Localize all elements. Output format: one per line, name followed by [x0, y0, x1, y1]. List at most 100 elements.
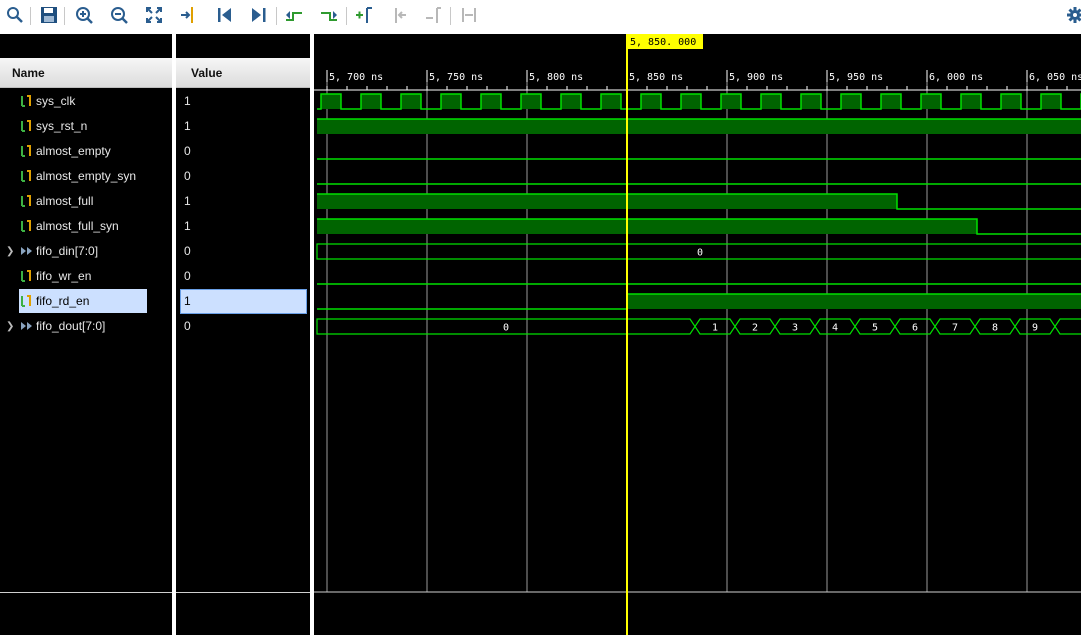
time-tick-label: 5, 900 ns	[729, 72, 783, 83]
signal-value-row[interactable]: 1	[176, 114, 310, 139]
signal-row-sys_clk[interactable]: sys_clk	[0, 89, 172, 114]
time-tick-label: 5, 850 ns	[629, 72, 683, 83]
signal-name: sys_clk	[36, 94, 76, 108]
previous-transition-icon[interactable]	[283, 4, 305, 26]
time-tick-label: 5, 950 ns	[829, 72, 883, 83]
next-marker-icon[interactable]	[423, 4, 445, 26]
signal-value-row[interactable]: 1	[176, 289, 310, 314]
bit-signal-icon	[21, 220, 31, 232]
bus-signal-icon	[21, 322, 32, 330]
clock-high-fill	[721, 94, 741, 109]
bus-value-label: 1	[712, 323, 718, 334]
bus-value-label: 6	[912, 323, 918, 334]
signal-name: almost_empty_syn	[36, 169, 137, 183]
clock-high-fill	[521, 94, 541, 109]
signal-name-pane: Name sys_clk sys_rst_n almost_empty almost_…	[0, 34, 172, 635]
time-tick-label: 5, 800 ns	[529, 72, 583, 83]
bit-high-fill	[317, 219, 977, 234]
bit-high-fill	[317, 194, 897, 209]
signal-value-pane: Value 1 1 0 0 1 1 0 0 1 0	[176, 34, 310, 635]
clock-high-fill	[401, 94, 421, 109]
bus-value-label: 4	[832, 323, 838, 334]
bit-signal-icon	[21, 270, 31, 282]
time-tick-label: 6, 050 ns	[1029, 72, 1081, 83]
signal-row-fifo_rd_en[interactable]: fifo_rd_en	[0, 289, 172, 314]
signal-name: fifo_wr_en	[36, 269, 92, 283]
bus-value-label: 0	[503, 323, 509, 334]
bit-signal-icon	[21, 120, 31, 132]
signal-row-fifo_dout70[interactable]: ❯ fifo_dout[7:0]	[0, 314, 172, 339]
signal-value: 0	[184, 269, 191, 283]
bus-segment	[1054, 318, 1081, 335]
bus-value-label: 8	[992, 323, 998, 334]
name-column-header[interactable]: Name	[0, 58, 172, 88]
go-to-last-time-icon[interactable]	[248, 4, 270, 26]
gear-icon[interactable]	[1064, 4, 1081, 26]
waveform-toolbar	[0, 0, 1081, 33]
go-to-time-zero-icon[interactable]	[213, 4, 235, 26]
signal-value: 1	[184, 119, 191, 133]
next-transition-icon[interactable]	[318, 4, 340, 26]
expand-chevron-icon[interactable]: ❯	[6, 321, 14, 332]
signal-row-almost_empty[interactable]: almost_empty	[0, 139, 172, 164]
signal-value: 1	[184, 94, 191, 108]
signal-name: almost_empty	[36, 144, 111, 158]
clock-high-fill	[881, 94, 901, 109]
signal-name: fifo_din[7:0]	[36, 244, 99, 258]
signal-value-row[interactable]: 0	[176, 264, 310, 289]
clock-high-fill	[801, 94, 821, 109]
zoom-fit-icon[interactable]	[143, 4, 165, 26]
expand-chevron-icon[interactable]: ❯	[6, 246, 14, 257]
clock-high-fill	[681, 94, 701, 109]
bus-value-label: 3	[792, 323, 798, 334]
signal-row-almost_empty_syn[interactable]: almost_empty_syn	[0, 164, 172, 189]
waveform-pane[interactable]: 5, 700 ns 5, 750 ns 5, 800 ns 5, 850 ns 5, 9…	[314, 34, 1081, 635]
go-to-cursor-icon[interactable]	[178, 4, 200, 26]
bus-value-label: 2	[752, 323, 758, 334]
zoom-in-icon[interactable]	[73, 4, 95, 26]
signal-name: almost_full	[36, 194, 94, 208]
bus-signal-icon	[21, 247, 32, 255]
signal-row-fifo_din70[interactable]: ❯ fifo_din[7:0]	[0, 239, 172, 264]
signal-value-row[interactable]: 0	[176, 164, 310, 189]
clock-high-fill	[601, 94, 621, 109]
clock-high-fill	[921, 94, 941, 109]
swap-cursors-icon[interactable]	[458, 4, 480, 26]
signal-name: fifo_rd_en	[36, 294, 90, 308]
bit-signal-icon	[21, 145, 31, 157]
add-marker-icon[interactable]	[353, 4, 375, 26]
clock-high-fill	[561, 94, 581, 109]
signal-name: almost_full_syn	[36, 219, 119, 233]
bit-signal-icon	[21, 95, 31, 107]
signal-value: 0	[184, 244, 191, 258]
signal-value-row[interactable]: 0	[176, 239, 310, 264]
signal-value-row[interactable]: 0	[176, 139, 310, 164]
signal-row-almost_full[interactable]: almost_full	[0, 189, 172, 214]
signal-row-sys_rst_n[interactable]: sys_rst_n	[0, 114, 172, 139]
bus-value-label: 5	[872, 323, 878, 334]
signal-value-row[interactable]: 1	[176, 189, 310, 214]
clock-high-fill	[361, 94, 381, 109]
waveform-canvas[interactable]: 5, 700 ns 5, 750 ns 5, 800 ns 5, 850 ns 5, 9…	[314, 34, 1081, 635]
signal-value: 1	[184, 294, 191, 308]
signal-value-row[interactable]: 1	[176, 89, 310, 114]
zoom-out-icon[interactable]	[108, 4, 130, 26]
bus-value-label: 0	[697, 248, 703, 259]
bit-high-fill	[627, 294, 1081, 309]
signal-row-almost_full_syn[interactable]: almost_full_syn	[0, 214, 172, 239]
signal-value: 0	[184, 144, 191, 158]
bus-value-label: 7	[952, 323, 958, 334]
signal-value-row[interactable]: 0	[176, 314, 310, 339]
bit-signal-icon	[21, 295, 31, 307]
signal-value: 1	[184, 194, 191, 208]
clock-high-fill	[961, 94, 981, 109]
signal-value-row[interactable]: 1	[176, 214, 310, 239]
clock-high-fill	[761, 94, 781, 109]
clock-high-fill	[441, 94, 461, 109]
signal-row-fifo_wr_en[interactable]: fifo_wr_en	[0, 264, 172, 289]
previous-marker-icon[interactable]	[388, 4, 410, 26]
search-icon[interactable]	[4, 4, 26, 26]
save-icon[interactable]	[38, 4, 60, 26]
value-column-header[interactable]: Value	[176, 58, 310, 88]
time-tick-label: 5, 750 ns	[429, 72, 483, 83]
